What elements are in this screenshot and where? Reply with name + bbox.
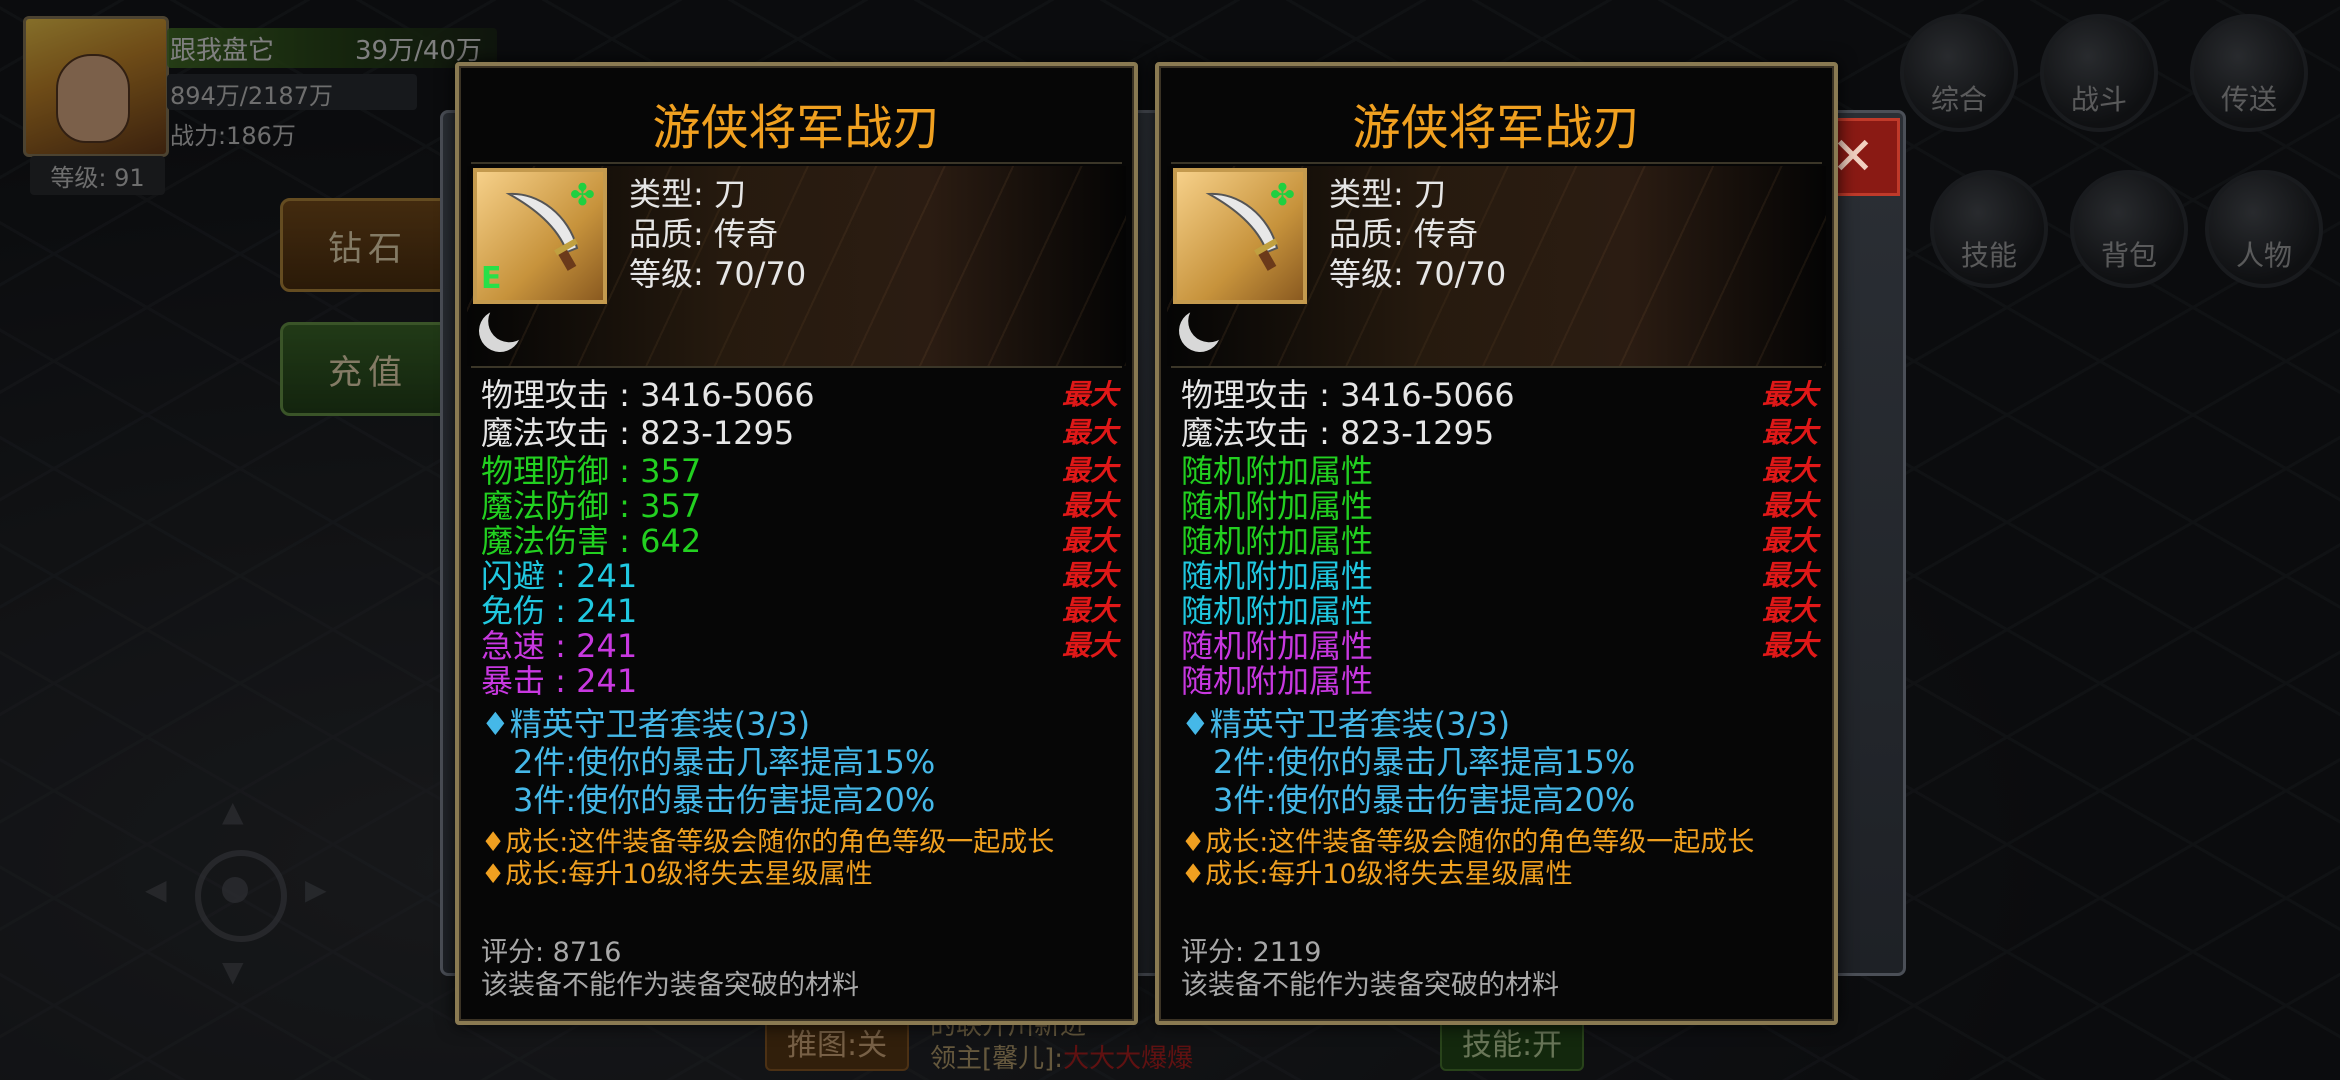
stat-row: 随机附加属性 最大 <box>1181 592 1818 630</box>
stat-row: 物理攻击 : 3416-5066 最大 <box>481 376 1118 414</box>
divider <box>471 162 1122 164</box>
stat-row: 魔法攻击 : 823-1295 最大 <box>481 414 1118 452</box>
gem-icon: ✤ <box>569 178 595 213</box>
stat-row: 随机附加属性 最大 <box>1181 522 1818 560</box>
stat-text: 魔法防御 : 357 <box>481 487 702 525</box>
set-name: ♦精英守卫者套装(3/3) <box>481 705 811 743</box>
stat-text: 随机附加属性 <box>1181 662 1374 700</box>
max-tag: 最大 <box>1761 416 1818 449</box>
stat-text: 随机附加属性 <box>1181 627 1374 665</box>
item-properties: 类型: 刀 品质: 传奇 等级: 70/70 <box>1329 174 1506 294</box>
divider <box>1171 162 1822 164</box>
item-title: 游侠将军战刃 <box>652 100 941 156</box>
stat-row: 随机附加属性 <box>1181 662 1812 700</box>
stat-row: 免伤 : 241 最大 <box>481 592 1118 630</box>
max-tag: 最大 <box>1061 629 1118 662</box>
stats-list: 物理攻击 : 3416-5066 最大 魔法攻击 : 823-1295 最大 随机附… <box>1181 376 1818 891</box>
max-tag: 最大 <box>1061 594 1118 627</box>
stats-list: 物理攻击 : 3416-5066 最大 魔法攻击 : 823-1295 最大 物理防… <box>481 376 1118 891</box>
item-type: 类型: 刀 <box>1329 175 1446 213</box>
growth-note: ♦成长:每升10级将失去星级属性 <box>481 859 873 890</box>
stat-row: 急速 : 241 最大 <box>481 627 1118 665</box>
stat-row: 物理防御 : 357 最大 <box>481 452 1118 490</box>
equipped-badge: E <box>481 261 502 296</box>
stat-text: 随机附加属性 <box>1181 592 1374 630</box>
item-tooltip-equipped: 游侠将军战刃 ✤ E 类型: 刀 品质: 传奇 等级: 70/70 物理攻击 :… <box>455 62 1138 1025</box>
breakthrough-note: 该装备不能作为装备突破的材料 <box>1181 970 1559 1001</box>
item-properties: 类型: 刀 品质: 传奇 等级: 70/70 <box>629 174 806 294</box>
item-level: 等级: 70/70 <box>1329 255 1507 293</box>
stat-row: 魔法防御 : 357 最大 <box>481 487 1118 525</box>
set-bonus: 3件:使你的暴击伤害提高20% <box>1213 781 1636 819</box>
growth-note: ♦成长:每升10级将失去星级属性 <box>1181 859 1573 890</box>
max-tag: 最大 <box>1761 524 1818 557</box>
max-tag: 最大 <box>1061 524 1118 557</box>
stat-text: 随机附加属性 <box>1181 487 1374 525</box>
item-icon: ✤ E <box>473 168 607 304</box>
max-tag: 最大 <box>1761 454 1818 487</box>
max-tag: 最大 <box>1761 559 1818 592</box>
stat-row: 物理攻击 : 3416-5066 最大 <box>1181 376 1818 414</box>
stat-text: 暴击 : 241 <box>481 662 638 700</box>
max-tag: 最大 <box>1061 559 1118 592</box>
item-title: 游侠将军战刃 <box>1352 100 1641 156</box>
max-tag: 最大 <box>1761 489 1818 522</box>
max-tag: 最大 <box>1061 454 1118 487</box>
stat-row: 随机附加属性 最大 <box>1181 627 1818 665</box>
stat-row: 随机附加属性 最大 <box>1181 452 1818 490</box>
divider <box>471 366 1122 368</box>
stat-text: 物理攻击 : 3416-5066 <box>1181 376 1515 414</box>
set-bonus: 2件:使你的暴击几率提高15% <box>513 743 936 781</box>
max-tag: 最大 <box>1761 378 1818 411</box>
stat-text: 物理防御 : 357 <box>481 452 702 490</box>
stat-text: 随机附加属性 <box>1181 452 1374 490</box>
stat-text: 随机附加属性 <box>1181 522 1374 560</box>
item-icon: ✤ <box>1173 168 1307 304</box>
stat-text: 急速 : 241 <box>481 627 638 665</box>
stat-text: 魔法攻击 : 823-1295 <box>1181 414 1495 452</box>
growth-note: ♦成长:这件装备等级会随你的角色等级一起成长 <box>1181 827 1755 858</box>
stat-row: 闪避 : 241 最大 <box>481 557 1118 595</box>
item-tooltip-compare: 游侠将军战刃 ✤ 类型: 刀 品质: 传奇 等级: 70/70 物理攻击 : 3… <box>1155 62 1838 1025</box>
max-tag: 最大 <box>1761 594 1818 627</box>
gem-icon: ✤ <box>1269 178 1295 213</box>
max-tag: 最大 <box>1061 378 1118 411</box>
stat-row: 魔法伤害 : 642 最大 <box>481 522 1118 560</box>
stat-text: 闪避 : 241 <box>481 557 638 595</box>
stat-text: 免伤 : 241 <box>481 592 638 630</box>
divider <box>1171 366 1822 368</box>
stat-text: 物理攻击 : 3416-5066 <box>481 376 815 414</box>
stat-text: 魔法攻击 : 823-1295 <box>481 414 795 452</box>
score-block: 评分: 2119 该装备不能作为装备突破的材料 <box>1181 936 1559 1002</box>
stat-row: 魔法攻击 : 823-1295 最大 <box>1181 414 1818 452</box>
stat-row: 随机附加属性 最大 <box>1181 487 1818 525</box>
item-type: 类型: 刀 <box>629 175 746 213</box>
item-quality: 品质: 传奇 <box>629 215 778 253</box>
item-score: 评分: 2119 <box>1181 937 1322 968</box>
item-level: 等级: 70/70 <box>629 255 807 293</box>
max-tag: 最大 <box>1761 629 1818 662</box>
max-tag: 最大 <box>1061 416 1118 449</box>
stat-row: 暴击 : 241 <box>481 662 1112 700</box>
stat-text: 魔法伤害 : 642 <box>481 522 702 560</box>
score-block: 评分: 8716 该装备不能作为装备突破的材料 <box>481 936 859 1002</box>
growth-note: ♦成长:这件装备等级会随你的角色等级一起成长 <box>481 827 1055 858</box>
breakthrough-note: 该装备不能作为装备突破的材料 <box>481 970 859 1001</box>
item-score: 评分: 8716 <box>481 937 622 968</box>
set-bonus: 2件:使你的暴击几率提高15% <box>1213 743 1636 781</box>
stat-text: 随机附加属性 <box>1181 557 1374 595</box>
max-tag: 最大 <box>1061 489 1118 522</box>
set-bonus: 3件:使你的暴击伤害提高20% <box>513 781 936 819</box>
item-quality: 品质: 传奇 <box>1329 215 1478 253</box>
stat-row: 随机附加属性 最大 <box>1181 557 1818 595</box>
set-name: ♦精英守卫者套装(3/3) <box>1181 705 1511 743</box>
